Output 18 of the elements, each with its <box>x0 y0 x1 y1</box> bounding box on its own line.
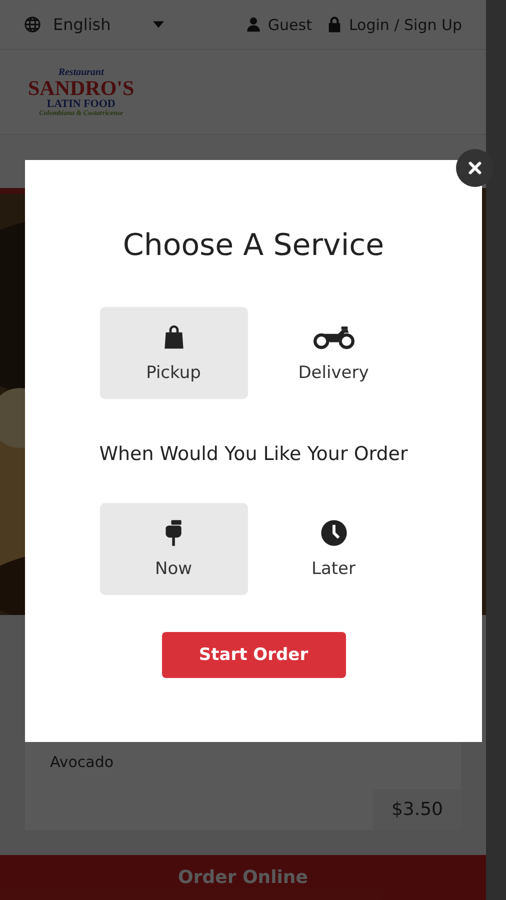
close-icon <box>468 161 482 175</box>
caret-icon <box>152 21 164 28</box>
item-price: $3.50 <box>373 789 461 830</box>
clock-icon <box>320 519 348 547</box>
item-description: Avocado <box>49 753 115 773</box>
start-order-button[interactable]: Start Order <box>162 632 346 678</box>
language-selector[interactable]: English <box>24 15 164 34</box>
option-button[interactable]: Delivery <box>260 307 408 399</box>
option-button[interactable]: Pickup <box>100 307 248 399</box>
guest-link[interactable]: Guest <box>244 16 312 34</box>
globe-icon <box>24 16 41 33</box>
user-icon <box>244 16 262 33</box>
option-button[interactable]: Later <box>260 503 408 595</box>
question-text: When Would You Like Your Order <box>99 443 408 465</box>
order-online-button[interactable]: Order Online <box>0 855 486 900</box>
login-link[interactable]: Login / Sign Up <box>326 16 462 34</box>
option-button[interactable]: Now <box>100 503 248 595</box>
dialog-title: Choose A Service <box>122 227 384 265</box>
